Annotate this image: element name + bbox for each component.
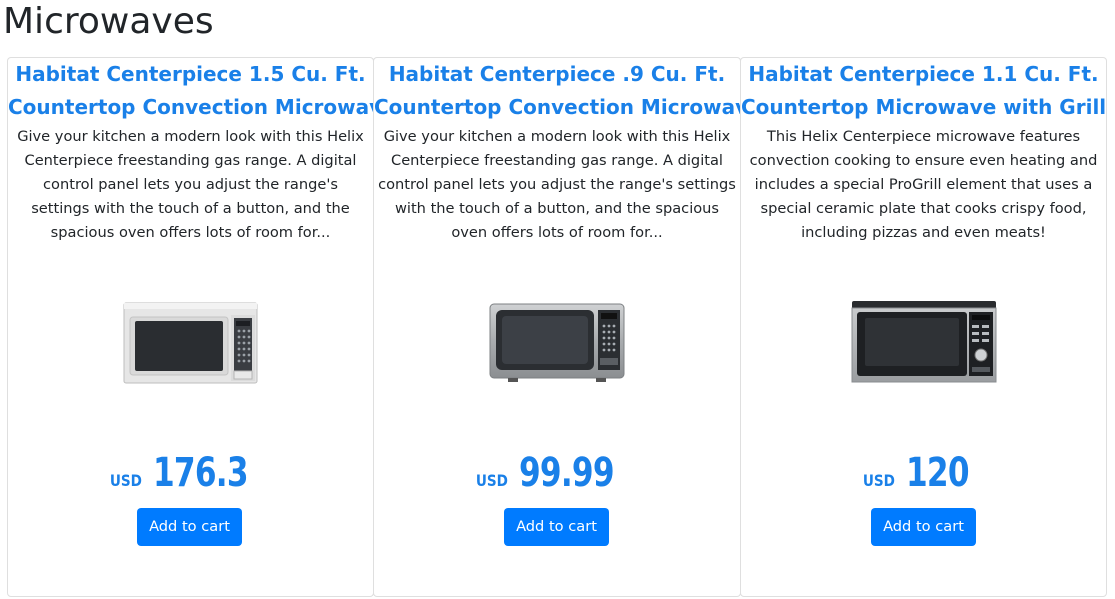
page-title: Microwaves xyxy=(3,1,214,42)
product-card: Habitat Centerpiece .9 Cu. Ft. Counterto… xyxy=(373,57,762,597)
product-image xyxy=(374,298,740,388)
microwave-steel-icon xyxy=(489,303,625,382)
microwave-white-icon xyxy=(123,302,258,384)
product-title-line2[interactable]: Countertop Convection Microwave xyxy=(374,91,762,124)
product-title-line1[interactable]: Habitat Centerpiece .9 Cu. Ft. xyxy=(374,58,740,91)
price-amount: 99.99 xyxy=(519,450,615,496)
product-title-link[interactable]: Habitat Centerpiece .9 Cu. Ft. Counterto… xyxy=(374,58,762,124)
product-card: Habitat Centerpiece 1.5 Cu. Ft. Countert… xyxy=(7,57,396,597)
price-currency: USD xyxy=(476,471,509,490)
product-title-link[interactable]: Habitat Centerpiece 1.1 Cu. Ft. Countert… xyxy=(741,58,1106,124)
product-card: Habitat Centerpiece 1.1 Cu. Ft. Countert… xyxy=(740,57,1107,597)
product-price: USD 120 xyxy=(741,450,1106,500)
product-title-line2[interactable]: Countertop Microwave with Grill xyxy=(741,91,1106,124)
product-image xyxy=(8,298,373,388)
product-title-line1[interactable]: Habitat Centerpiece 1.5 Cu. Ft. xyxy=(8,58,373,91)
price-currency: USD xyxy=(109,471,142,490)
product-title-link[interactable]: Habitat Centerpiece 1.5 Cu. Ft. Countert… xyxy=(8,58,396,124)
product-title[interactable]: Habitat Centerpiece 1.1 Cu. Ft. Countert… xyxy=(741,58,1106,124)
price-amount: 176.3 xyxy=(152,450,249,496)
add-to-cart-button[interactable]: Add to cart xyxy=(137,508,242,546)
microwave-black-steel-icon xyxy=(851,301,996,383)
add-to-cart-button[interactable]: Add to cart xyxy=(504,508,609,546)
product-price: USD 99.99 xyxy=(374,450,740,500)
product-description: Give your kitchen a modern look with thi… xyxy=(378,128,736,241)
add-to-cart-button[interactable]: Add to cart xyxy=(871,508,976,546)
price-currency: USD xyxy=(863,471,896,490)
product-title-line1[interactable]: Habitat Centerpiece 1.1 Cu. Ft. xyxy=(741,58,1106,91)
product-title-line2[interactable]: Countertop Convection Microwave xyxy=(8,91,396,124)
product-title[interactable]: Habitat Centerpiece 1.5 Cu. Ft. Countert… xyxy=(8,58,396,124)
product-description: This Helix Centerpiece microwave feature… xyxy=(749,128,1098,241)
product-description: Give your kitchen a modern look with thi… xyxy=(17,128,364,241)
product-title[interactable]: Habitat Centerpiece .9 Cu. Ft. Counterto… xyxy=(374,58,762,124)
price-amount: 120 xyxy=(906,450,970,496)
product-price: USD 176.3 xyxy=(8,450,373,500)
product-image xyxy=(741,298,1106,388)
